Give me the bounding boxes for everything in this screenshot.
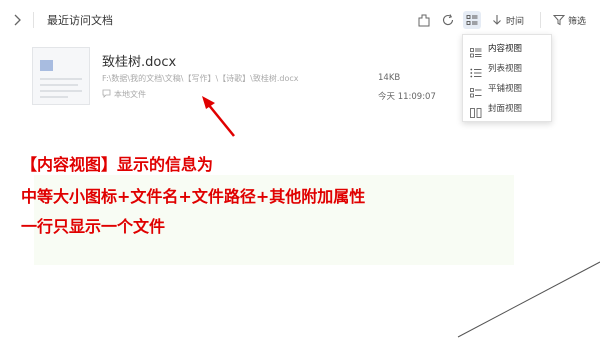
decorative-line (457, 261, 600, 338)
